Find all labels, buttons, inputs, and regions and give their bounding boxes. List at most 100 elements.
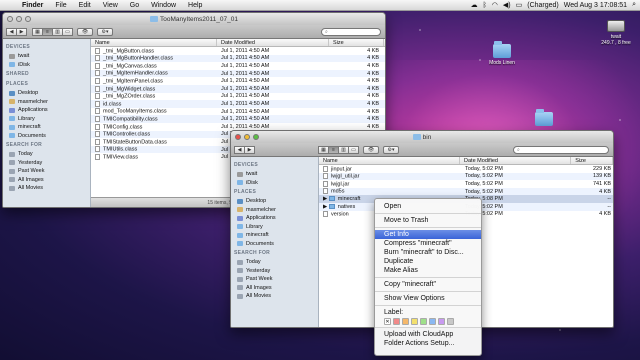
sidebar-item[interactable]: Yesterday xyxy=(231,267,318,276)
sidebar-item[interactable]: All Images xyxy=(231,284,318,293)
context-menu-item[interactable]: Open xyxy=(375,202,481,211)
table-row[interactable]: _tmi_MgItemHandler.class Jul 1, 2011 4:50… xyxy=(91,69,385,78)
window-titlebar[interactable]: bin xyxy=(231,131,613,143)
clock[interactable]: Wed Aug 3 17:08:51 xyxy=(564,2,627,9)
label-color-swatch[interactable] xyxy=(429,318,436,325)
menu-finder[interactable]: Finder xyxy=(16,2,49,9)
sidebar-item[interactable]: Yesterday xyxy=(3,159,90,168)
search-field[interactable]: ⌕ xyxy=(513,145,609,154)
table-row[interactable]: md5s Today, 5:02 PM 4 KB xyxy=(319,187,613,196)
forward-button[interactable]: ▶ xyxy=(244,145,255,154)
coverflow-view-button[interactable]: ▭ xyxy=(62,27,73,36)
column-header-date[interactable]: Date Modified xyxy=(217,39,329,46)
sidebar-item[interactable]: minecraft xyxy=(231,231,318,240)
sidebar-item[interactable]: Past Week xyxy=(3,167,90,176)
sidebar-item[interactable]: All Images xyxy=(3,176,90,185)
column-header-name[interactable]: Name xyxy=(91,39,217,46)
label-color-swatch[interactable] xyxy=(420,318,427,325)
sidebar-item[interactable]: Today xyxy=(3,150,90,159)
context-menu-item[interactable]: Show View Options xyxy=(375,294,481,303)
context-menu-item[interactable]: Burn "minecraft" to Disc... xyxy=(375,248,481,257)
sidebar-item[interactable]: maxmelcher xyxy=(3,98,90,107)
context-menu-item[interactable]: Upload with CloudApp xyxy=(375,330,481,339)
sidebar-item[interactable]: Library xyxy=(3,115,90,124)
sidebar-item[interactable]: All Movies xyxy=(3,184,90,193)
minimize-button[interactable] xyxy=(244,134,250,140)
menu-edit[interactable]: Edit xyxy=(73,2,97,9)
table-row[interactable]: _tmi_MgZOrder.class Jul 1, 2011 4:50 AM 4 … xyxy=(91,93,385,101)
zoom-button[interactable] xyxy=(253,134,259,140)
window-titlebar[interactable]: TooManyItems2011_07_01 xyxy=(3,13,385,25)
menu-file[interactable]: File xyxy=(49,2,72,9)
menu-help[interactable]: Help xyxy=(182,2,208,9)
label-color-swatch[interactable] xyxy=(411,318,418,325)
bluetooth-icon[interactable]: ᛒ xyxy=(483,2,487,9)
action-gear-button[interactable]: ⚙▾ xyxy=(97,27,113,36)
table-row[interactable]: _tmi_MgCanvas.class Jul 1, 2011 4:50 AM 4 … xyxy=(91,62,385,70)
table-row[interactable]: lwjgl_util.jar Today, 5:02 PM 139 KB xyxy=(319,172,613,181)
desktop-disk-twait[interactable]: twait 249.7 , 8 free xyxy=(596,20,636,46)
minimize-button[interactable] xyxy=(16,16,22,22)
table-row[interactable]: _tmi_MgButtonHandler.class Jul 1, 2011 4:… xyxy=(91,54,385,63)
sidebar-item[interactable]: iDisk xyxy=(3,61,90,70)
desktop-folder-mods[interactable]: Mods Linen xyxy=(484,41,520,66)
close-button[interactable] xyxy=(235,134,241,140)
sidebar-item[interactable]: Documents xyxy=(3,132,90,141)
context-menu-item[interactable]: Get Info xyxy=(375,230,481,239)
sidebar-item[interactable]: Today xyxy=(231,258,318,267)
label-color-swatch[interactable] xyxy=(447,318,454,325)
column-header-size[interactable]: Size xyxy=(329,39,384,46)
menu-window[interactable]: Window xyxy=(145,2,182,9)
sidebar-item[interactable]: twait xyxy=(3,52,90,61)
table-row[interactable]: _tmi_MgButton.class Jul 1, 2011 4:50 AM 4 … xyxy=(91,47,385,55)
table-row[interactable]: mod_TooManyItems.class Jul 1, 2011 4:50 A… xyxy=(91,108,385,116)
column-header-date[interactable]: Date Modified xyxy=(460,157,572,164)
context-menu-item[interactable]: Folder Actions Setup... xyxy=(375,339,481,348)
quick-look-button[interactable]: 👁 xyxy=(363,145,379,154)
sidebar-item[interactable]: Documents xyxy=(231,240,318,249)
label-color-swatch[interactable] xyxy=(402,318,409,325)
sidebar-item[interactable]: Applications xyxy=(231,214,318,223)
cloud-icon[interactable]: ☁ xyxy=(471,1,478,9)
table-row[interactable]: lwjgl.jar Today, 5:02 PM 741 KB xyxy=(319,180,613,188)
sidebar-item[interactable]: maxmelcher xyxy=(231,206,318,215)
sidebar-item[interactable]: Applications xyxy=(3,106,90,115)
sidebar-item[interactable]: Library xyxy=(231,223,318,232)
sidebar-item[interactable]: All Movies xyxy=(231,292,318,301)
sidebar-item[interactable]: twait xyxy=(231,170,318,179)
spotlight-icon[interactable]: ⌕ xyxy=(632,1,636,9)
column-header-size[interactable]: Size xyxy=(571,157,613,164)
wifi-icon[interactable]: ◠ xyxy=(492,1,498,9)
context-menu-item[interactable]: Move to Trash xyxy=(375,216,481,225)
table-row[interactable]: TMICompatibility.class Jul 1, 2011 4:50 A… xyxy=(91,115,385,123)
menu-go[interactable]: Go xyxy=(124,2,145,9)
battery-status[interactable]: (Charged) xyxy=(527,2,559,9)
label-color-swatch[interactable] xyxy=(438,318,445,325)
forward-button[interactable]: ▶ xyxy=(16,27,27,36)
desktop-folder-2[interactable] xyxy=(532,109,556,128)
table-row[interactable]: jinput.jar Today, 5:02 PM 229 KB xyxy=(319,165,613,173)
context-menu-item[interactable]: Duplicate xyxy=(375,257,481,266)
table-row[interactable]: id.class Jul 1, 2011 4:50 AM 4 KB xyxy=(91,100,385,108)
volume-icon[interactable]: ◀) xyxy=(503,1,511,9)
sidebar-item[interactable]: Desktop xyxy=(3,89,90,98)
context-menu-item[interactable]: Make Alias xyxy=(375,266,481,275)
sidebar-item[interactable]: Desktop xyxy=(231,197,318,206)
action-gear-button[interactable]: ⚙▾ xyxy=(383,145,399,154)
label-color-swatch[interactable] xyxy=(393,318,400,325)
battery-icon[interactable]: ▭ xyxy=(516,1,523,9)
menu-view[interactable]: View xyxy=(97,2,124,9)
zoom-button[interactable] xyxy=(25,16,31,22)
table-row[interactable]: _tmi_MgWidget.class Jul 1, 2011 4:50 AM 4 … xyxy=(91,84,385,93)
context-menu-item[interactable]: Copy "minecraft" xyxy=(375,280,481,289)
label-color-swatch[interactable]: ✕ xyxy=(384,318,391,325)
column-header-name[interactable]: Name xyxy=(319,157,461,164)
quick-look-button[interactable]: 👁 xyxy=(77,27,93,36)
sidebar-item[interactable]: Past Week xyxy=(231,275,318,284)
table-row[interactable]: _tmi_MgItemPanel.class Jul 1, 2011 4:50 A… xyxy=(91,77,385,85)
coverflow-view-button[interactable]: ▭ xyxy=(348,145,359,154)
sidebar-item[interactable]: iDisk xyxy=(231,179,318,188)
search-field[interactable]: ⌕ xyxy=(321,27,381,36)
close-button[interactable] xyxy=(7,16,13,22)
context-menu-item[interactable]: Compress "minecraft" xyxy=(375,239,481,248)
